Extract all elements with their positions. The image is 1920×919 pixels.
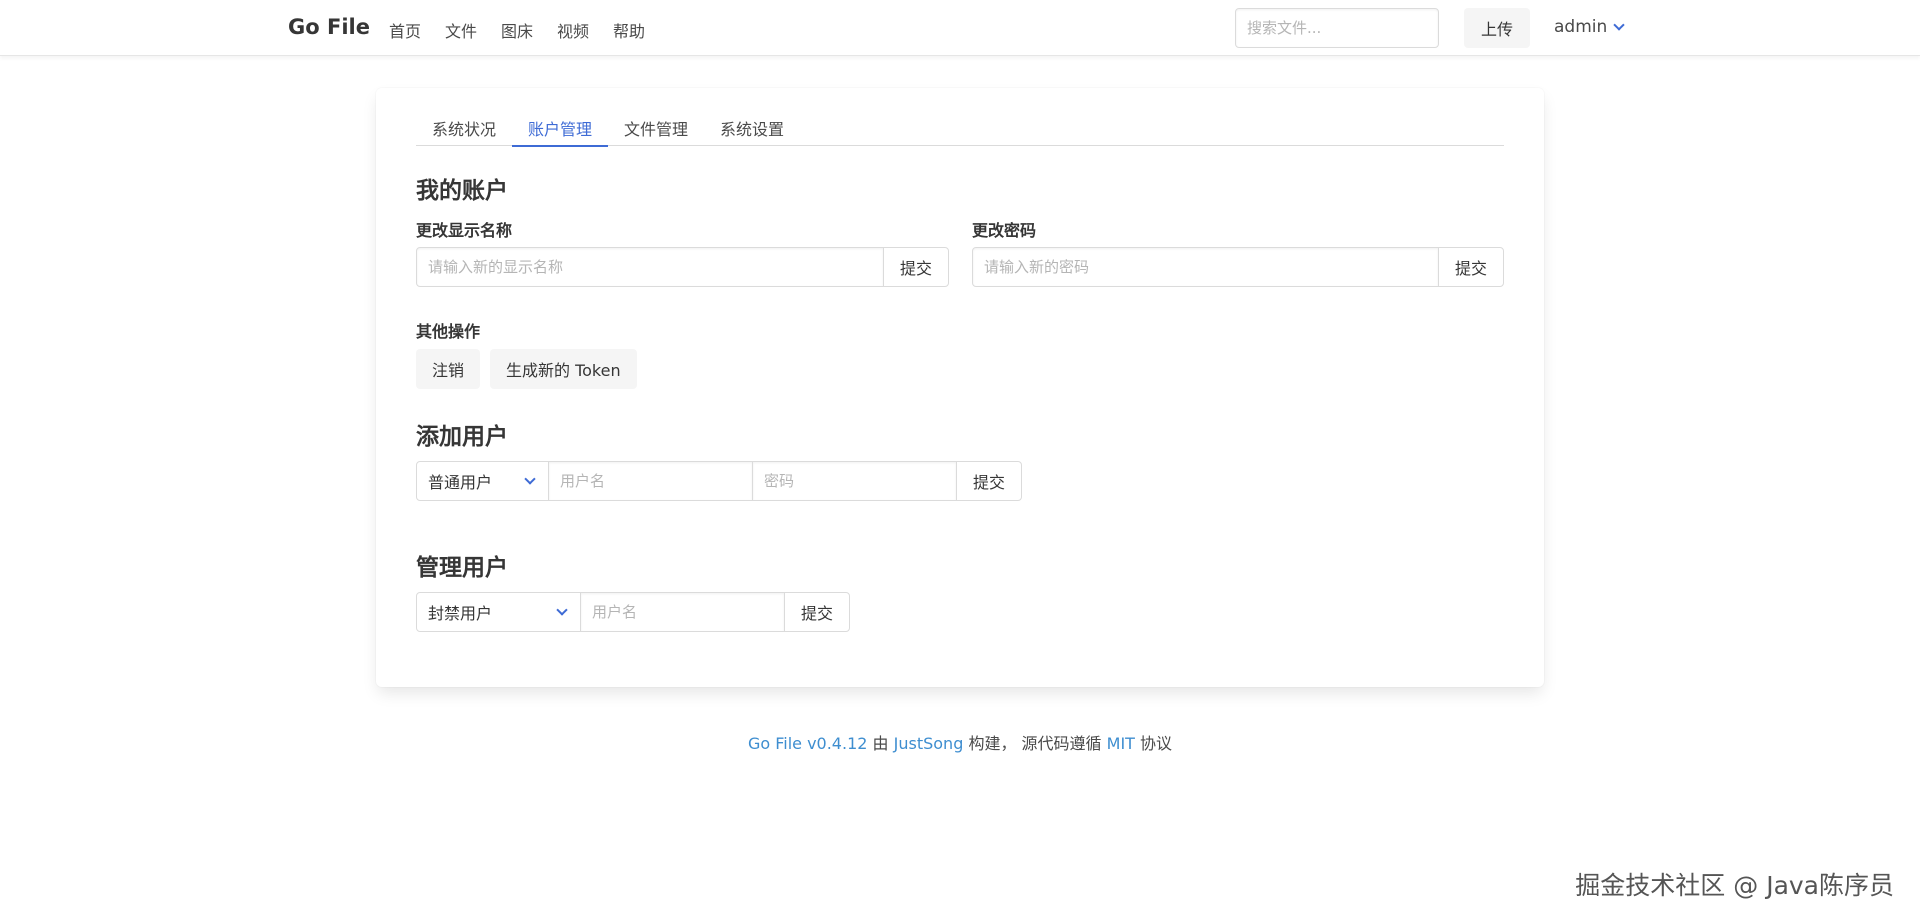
add-password-input[interactable] [752, 461, 957, 501]
brand-logo[interactable]: Go File [288, 15, 370, 39]
change-password-submit-button[interactable]: 提交 [1438, 247, 1504, 287]
manage-user-heading: 管理用户 [416, 555, 508, 581]
watermark-text: 掘金技术社区 @ Java陈序员 [1575, 871, 1894, 900]
user-role-value: 普通用户 [428, 473, 493, 492]
chevron-down-icon [524, 472, 536, 485]
change-name-submit-button[interactable]: 提交 [883, 247, 949, 287]
logout-button[interactable]: 注销 [416, 349, 481, 389]
tab-system-settings[interactable]: 系统设置 [704, 108, 800, 146]
add-user-submit-button[interactable]: 提交 [956, 461, 1022, 501]
upload-button[interactable]: 上传 [1464, 8, 1530, 48]
manage-action-value: 封禁用户 [428, 604, 493, 623]
other-operations-buttons: 注销 生成新的 Token [416, 349, 716, 389]
admin-card: 系统状况 账户管理 文件管理 系统设置 我的账户 更改显示名称 提交 更改密码 … [376, 88, 1544, 687]
user-name: admin [1554, 17, 1608, 37]
chevron-down-icon [556, 603, 568, 616]
add-user-heading: 添加用户 [416, 424, 508, 450]
other-operations-label: 其他操作 [416, 322, 481, 341]
generate-token-button[interactable]: 生成新的 Token [490, 349, 637, 389]
nav-item-videos[interactable]: 视频 [557, 18, 589, 42]
footer-app-link[interactable]: Go File v0.4.12 [748, 734, 868, 753]
tab-system-status[interactable]: 系统状况 [416, 108, 512, 146]
chevron-down-icon [1613, 18, 1625, 31]
footer: Go File v0.4.12 由 JustSong 构建， 源代码遵循 MIT… [0, 730, 1920, 754]
manage-username-input[interactable] [580, 592, 785, 632]
user-menu[interactable]: admin [1554, 17, 1625, 37]
change-name-label: 更改显示名称 [416, 221, 513, 240]
manage-user-group: 封禁用户 提交 [416, 592, 850, 632]
tab-account-management[interactable]: 账户管理 [512, 108, 609, 147]
user-role-select[interactable]: 普通用户 [416, 461, 549, 501]
new-password-input[interactable] [972, 247, 1439, 287]
footer-author-link[interactable]: JustSong [894, 734, 964, 753]
change-name-group: 提交 [416, 247, 949, 287]
nav-item-images[interactable]: 图床 [501, 18, 533, 42]
change-password-label: 更改密码 [972, 221, 1037, 240]
manage-user-submit-button[interactable]: 提交 [784, 592, 850, 632]
tab-file-management[interactable]: 文件管理 [608, 108, 704, 146]
change-password-group: 提交 [972, 247, 1504, 287]
add-username-input[interactable] [548, 461, 753, 501]
tab-bar: 系统状况 账户管理 文件管理 系统设置 [416, 108, 1504, 147]
footer-built-text: 构建， 源代码遵循 [968, 734, 1102, 753]
search-input[interactable] [1235, 8, 1439, 48]
top-navbar: Go File 首页 文件 图床 视频 帮助 上传 admin [0, 0, 1920, 56]
manage-action-select[interactable]: 封禁用户 [416, 592, 581, 632]
nav-item-help[interactable]: 帮助 [613, 18, 645, 42]
footer-by-text: 由 [872, 734, 889, 753]
footer-license-text: 协议 [1140, 734, 1173, 753]
nav-item-files[interactable]: 文件 [445, 18, 477, 42]
display-name-input[interactable] [416, 247, 884, 287]
my-account-heading: 我的账户 [416, 178, 508, 204]
add-user-group: 普通用户 提交 [416, 461, 1022, 501]
footer-license-link[interactable]: MIT [1107, 734, 1135, 753]
nav-item-home[interactable]: 首页 [389, 18, 421, 42]
